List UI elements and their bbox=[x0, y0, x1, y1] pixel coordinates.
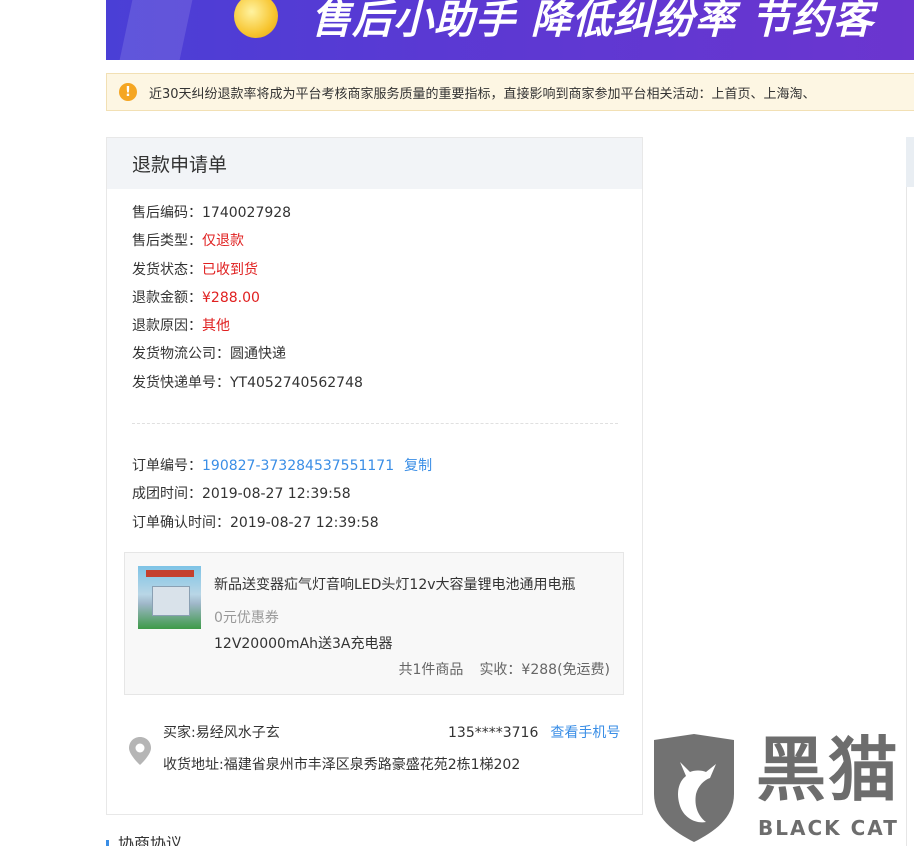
refund-card: 退款申请单 售后编码：1740027928 售后类型：仅退款 发货状态：已收到货… bbox=[106, 137, 643, 815]
product-spec: 12V20000mAh送3A充电器 bbox=[214, 636, 393, 652]
shipping-status-row: 发货状态：已收到货 bbox=[132, 261, 258, 278]
refund-reason-row: 退款原因：其他 bbox=[132, 318, 230, 335]
refund-code-row: 售后编码：1740027928 bbox=[132, 205, 292, 221]
promo-banner[interactable]: 售后小助手 降低纠纷率 节约客 bbox=[106, 0, 914, 60]
confirm-time-row: 订单确认时间：2019-08-27 12:39:58 bbox=[132, 514, 379, 531]
buyer-name: 买家:易经风水子玄 bbox=[163, 725, 280, 741]
refund-type-row: 售后类型：仅退款 bbox=[132, 233, 244, 250]
blackcat-shield-icon bbox=[654, 734, 734, 842]
shipping-address: 收货地址:福建省泉州市丰泽区泉秀路豪盛花苑2栋1梯202 bbox=[163, 757, 521, 773]
watermark-english: BLACK CAT bbox=[758, 816, 899, 840]
product-title[interactable]: 新品送变器疝气灯音响LED头灯12v大容量锂电池通用电瓶 bbox=[214, 574, 576, 594]
blackcat-watermark: 黑猫 BLACK CAT bbox=[640, 730, 914, 846]
product-thumbnail[interactable] bbox=[138, 566, 201, 629]
location-pin-icon bbox=[129, 737, 151, 765]
paid-amount: 实收：¥288(免运费) bbox=[479, 662, 610, 678]
watermark-chinese: 黑猫 bbox=[756, 729, 900, 811]
order-total: 共1件商品 实收：¥288(免运费) bbox=[399, 659, 610, 679]
product-card: 新品送变器疝气灯音响LED头灯12v大容量锂电池通用电瓶 0元优惠券 12V20… bbox=[124, 552, 624, 695]
warning-icon: ! bbox=[119, 83, 137, 101]
logistics-company-row: 发货物流公司：圆通快递 bbox=[132, 346, 286, 363]
thumb-label-decoration bbox=[146, 570, 194, 577]
tracking-number-row: 发货快递单号：YT4052740562748 bbox=[132, 374, 363, 391]
order-number-link[interactable]: 190827-373284537551171 bbox=[202, 458, 394, 474]
coin-icon bbox=[234, 0, 278, 38]
next-section-title: 协商协议 bbox=[118, 836, 183, 846]
group-time-row: 成团时间：2019-08-27 12:39:58 bbox=[132, 486, 351, 503]
refund-amount-row: 退款金额：¥288.00 bbox=[132, 289, 260, 306]
notice-bar: ! 近30天纠纷退款率将成为平台考核商家服务质量的重要指标，直接影响到商家参加平… bbox=[106, 73, 914, 111]
banner-decoration bbox=[117, 0, 195, 60]
section-marker bbox=[106, 840, 109, 846]
phone-number: 135****3716 bbox=[448, 725, 539, 741]
notice-text: 近30天纠纷退款率将成为平台考核商家服务质量的重要指标，直接影响到商家参加平台相… bbox=[149, 86, 816, 102]
order-info: 订单编号：190827-373284537551171 复制 成团时间：2019-… bbox=[132, 452, 432, 537]
section-divider bbox=[132, 423, 618, 424]
buyer-phone: 135****3716 查看手机号 bbox=[448, 722, 620, 742]
item-count: 共1件商品 bbox=[398, 662, 464, 678]
copy-button[interactable]: 复制 bbox=[404, 458, 432, 474]
refund-title: 退款申请单 bbox=[107, 138, 642, 189]
view-phone-button[interactable]: 查看手机号 bbox=[550, 725, 620, 741]
product-coupon: 0元优惠券 bbox=[214, 610, 279, 626]
order-number-row: 订单编号：190827-373284537551171 复制 bbox=[132, 458, 433, 474]
right-panel-header bbox=[906, 137, 914, 187]
banner-title: 售后小助手 降低纠纷率 节约客 bbox=[311, 0, 874, 43]
refund-info: 售后编码：1740027928 售后类型：仅退款 发货状态：已收到货 退款金额：… bbox=[132, 199, 363, 397]
thumb-product-decoration bbox=[152, 586, 190, 616]
